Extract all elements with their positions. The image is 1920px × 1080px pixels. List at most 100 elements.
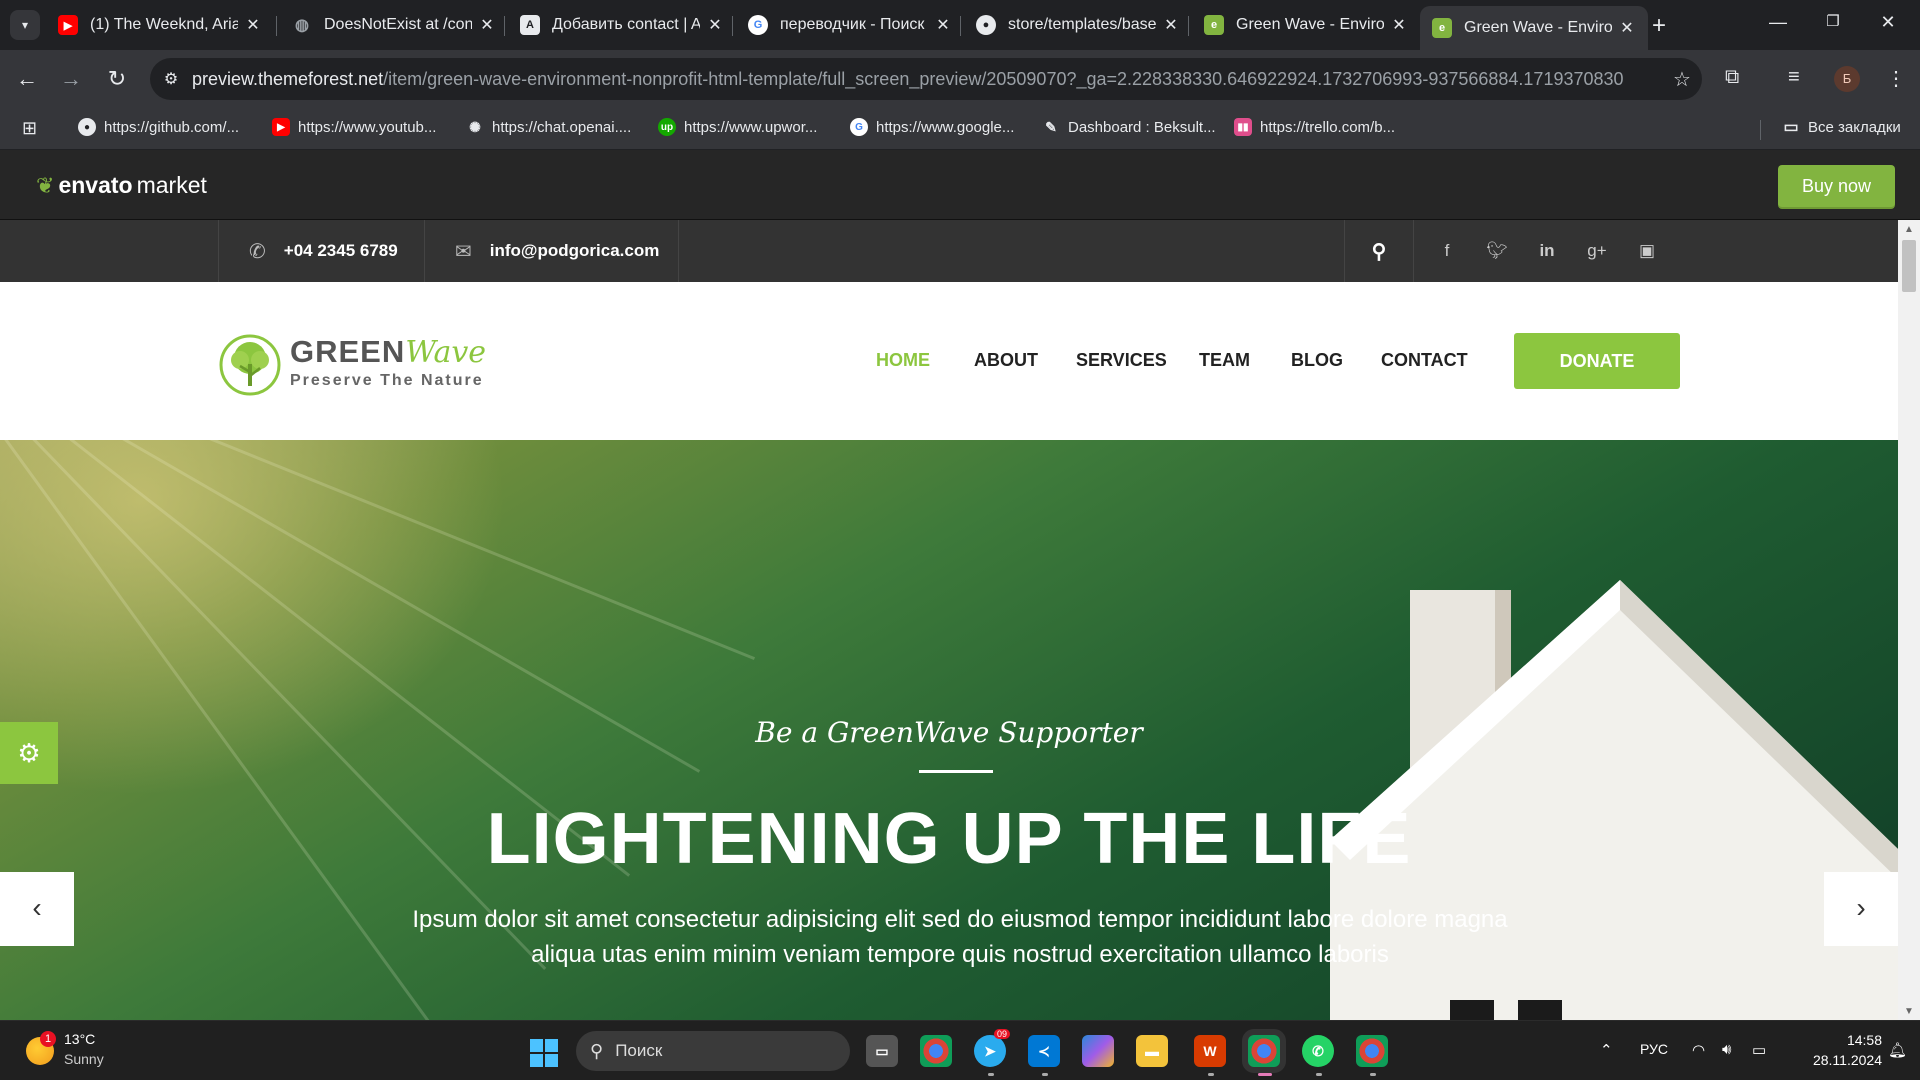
all-bookmarks-button[interactable]: ▭ Все закладки <box>1782 118 1900 137</box>
new-tab-button[interactable]: + <box>1652 12 1666 40</box>
weather-temperature[interactable]: 13°C <box>64 1031 95 1047</box>
forward-arrow-icon[interactable]: → <box>56 64 86 94</box>
bookmark-label: Dashboard : Beksult... <box>1068 118 1216 136</box>
nav-services[interactable]: SERVICES <box>1076 350 1167 371</box>
browser-tab[interactable]: ● store/templates/base ✕ <box>964 6 1192 44</box>
vscode-icon[interactable]: ≺ <box>1028 1035 1060 1067</box>
address-bar[interactable]: ⚙ preview.themeforest.net/item/green-wav… <box>150 58 1702 100</box>
bookmark-item[interactable]: up https://www.upwor... <box>658 118 817 136</box>
profile-avatar[interactable]: Б <box>1834 66 1860 92</box>
tab-search-button[interactable]: ▾ <box>10 10 40 40</box>
facebook-icon[interactable]: f <box>1422 241 1472 261</box>
extensions-icon[interactable]: ⧉ <box>1725 66 1739 89</box>
linkedin-icon[interactable]: in <box>1522 241 1572 261</box>
clock-time[interactable]: 14:58 <box>1822 1032 1882 1048</box>
clock-date[interactable]: 28.11.2024 <box>1792 1052 1882 1068</box>
browser-tab[interactable]: A Добавить contact | A ✕ <box>508 6 736 44</box>
url-text[interactable]: preview.themeforest.net/item/green-wave-… <box>192 69 1662 90</box>
minimize-button[interactable]: — <box>1758 12 1798 33</box>
trello-icon: ▮▮ <box>1234 118 1252 136</box>
nav-blog[interactable]: BLOG <box>1291 350 1343 371</box>
scroll-down-arrow[interactable]: ▼ <box>1898 1006 1920 1017</box>
chevron-up-icon[interactable]: ⌃ <box>1600 1041 1613 1059</box>
wifi-icon[interactable]: ◠ <box>1692 1041 1705 1059</box>
close-window-button[interactable]: ✕ <box>1868 12 1908 33</box>
chrome-profile-icon[interactable] <box>1248 1035 1280 1067</box>
slider-next-arrow-icon[interactable]: › <box>1824 872 1898 946</box>
browser-tab[interactable]: G переводчик - Поиск ✕ <box>736 6 964 44</box>
nav-contact[interactable]: CONTACT <box>1381 350 1468 371</box>
nav-about[interactable]: ABOUT <box>974 350 1038 371</box>
chrome-icon[interactable] <box>920 1035 952 1067</box>
bookmark-item[interactable]: ▶ https://www.youtub... <box>272 118 436 136</box>
email-contact[interactable]: ✉ info@podgorica.com <box>424 220 679 282</box>
hero-text-line: aliqua utas enim minim veniam tempore qu… <box>531 941 1389 968</box>
close-icon[interactable]: ✕ <box>706 15 724 35</box>
scroll-up-arrow[interactable]: ▲ <box>1898 224 1920 235</box>
tab-divider <box>1188 16 1189 36</box>
search-icon[interactable]: ⚲ <box>1344 220 1414 282</box>
file-explorer-icon[interactable]: ▬ <box>1136 1035 1168 1067</box>
buy-now-button[interactable]: Buy now <box>1778 165 1895 207</box>
nav-team[interactable]: TEAM <box>1199 350 1250 371</box>
nav-home[interactable]: HOME <box>876 350 930 371</box>
site-header: GREENWave Preserve The Nature HOME ABOUT… <box>0 282 1898 440</box>
slider-prev-arrow-icon[interactable]: ‹ <box>0 872 74 946</box>
close-icon[interactable]: ✕ <box>478 15 496 35</box>
url-path: /item/green-wave-environment-nonprofit-h… <box>383 68 1624 89</box>
site-logo[interactable]: GREENWave Preserve The Nature <box>290 334 486 390</box>
close-icon[interactable]: ✕ <box>1390 15 1408 35</box>
browser-tab[interactable]: ◍ DoesNotExist at /con ✕ <box>280 6 508 44</box>
bookmark-label: https://www.upwor... <box>684 118 818 136</box>
envato-market-logo[interactable]: ❦ envato market <box>36 172 207 199</box>
telegram-icon[interactable]: ➤ <box>974 1035 1006 1067</box>
chrome-profile-2-icon[interactable] <box>1356 1035 1388 1067</box>
close-icon[interactable]: ✕ <box>1162 15 1180 35</box>
twitter-icon[interactable]: 🐦︎ <box>1472 241 1522 261</box>
phone-contact[interactable]: ✆ +04 2345 6789 <box>218 220 424 282</box>
whatsapp-icon[interactable]: ✆ <box>1302 1035 1334 1067</box>
donate-button[interactable]: DONATE <box>1514 333 1680 389</box>
back-arrow-icon[interactable]: ← <box>12 64 42 94</box>
tree-logo-icon[interactable] <box>218 334 282 396</box>
weather-description[interactable]: Sunny <box>64 1051 104 1067</box>
windows-start-icon[interactable] <box>530 1039 558 1067</box>
close-icon[interactable]: ✕ <box>934 15 952 35</box>
page-scrollbar[interactable]: ▲ ▼ <box>1898 220 1920 1020</box>
restore-button[interactable]: ❐ <box>1813 12 1853 30</box>
bookmark-item[interactable]: G https://www.google... <box>850 118 1014 136</box>
battery-icon[interactable]: ▭ <box>1752 1041 1766 1059</box>
language-indicator[interactable]: РУС <box>1640 1041 1668 1057</box>
tab-divider <box>504 16 505 36</box>
tab-title: DoesNotExist at /con <box>324 16 472 33</box>
browser-tab[interactable]: e Green Wave - Environ ✕ <box>1192 6 1420 44</box>
apps-grid-icon[interactable]: ⊞ <box>22 118 37 139</box>
active-indicator <box>1258 1073 1272 1076</box>
close-icon[interactable]: ✕ <box>1618 18 1636 38</box>
logo-green-text: GREEN <box>290 334 406 369</box>
bookmark-item[interactable]: ✺ https://chat.openai.... <box>466 118 631 136</box>
site-info-icon[interactable]: ⚙ <box>150 69 192 89</box>
hero-text-line: Ipsum dolor sit amet consectetur adipisi… <box>412 906 1508 933</box>
bookmark-item[interactable]: ▮▮ https://trello.com/b... <box>1234 118 1395 136</box>
bookmark-item[interactable]: ✎ Dashboard : Beksult... <box>1042 118 1216 136</box>
copilot-icon[interactable] <box>1082 1035 1114 1067</box>
close-icon[interactable]: ✕ <box>244 15 262 35</box>
taskbar-search[interactable]: ⚲ Поиск <box>576 1031 850 1071</box>
task-view-icon[interactable]: ▭ <box>866 1035 898 1067</box>
envelope-icon: ✉ <box>455 240 472 263</box>
bookmark-item[interactable]: ● https://github.com/... <box>78 118 239 136</box>
vimeo-icon[interactable]: ▣ <box>1622 241 1672 261</box>
media-controls-icon[interactable]: ≡ <box>1788 66 1800 89</box>
wps-office-icon[interactable]: W <box>1194 1035 1226 1067</box>
running-indicator <box>988 1073 994 1076</box>
reload-icon[interactable]: ↻ <box>102 64 132 94</box>
scrollbar-thumb[interactable] <box>1902 240 1916 292</box>
volume-icon[interactable]: 🔊︎ <box>1722 1041 1731 1058</box>
more-menu-icon[interactable]: ⋮ <box>1886 66 1906 91</box>
browser-tab[interactable]: ▶ (1) The Weeknd, Ariana ✕ <box>46 6 274 44</box>
browser-tab-active[interactable]: e Green Wave - Environ ✕ <box>1420 6 1648 50</box>
bookmark-star-icon[interactable]: ☆ <box>1662 67 1702 92</box>
google-plus-icon[interactable]: g+ <box>1572 241 1622 261</box>
notifications-icon[interactable]: 🔔︎ <box>1888 1041 1907 1059</box>
